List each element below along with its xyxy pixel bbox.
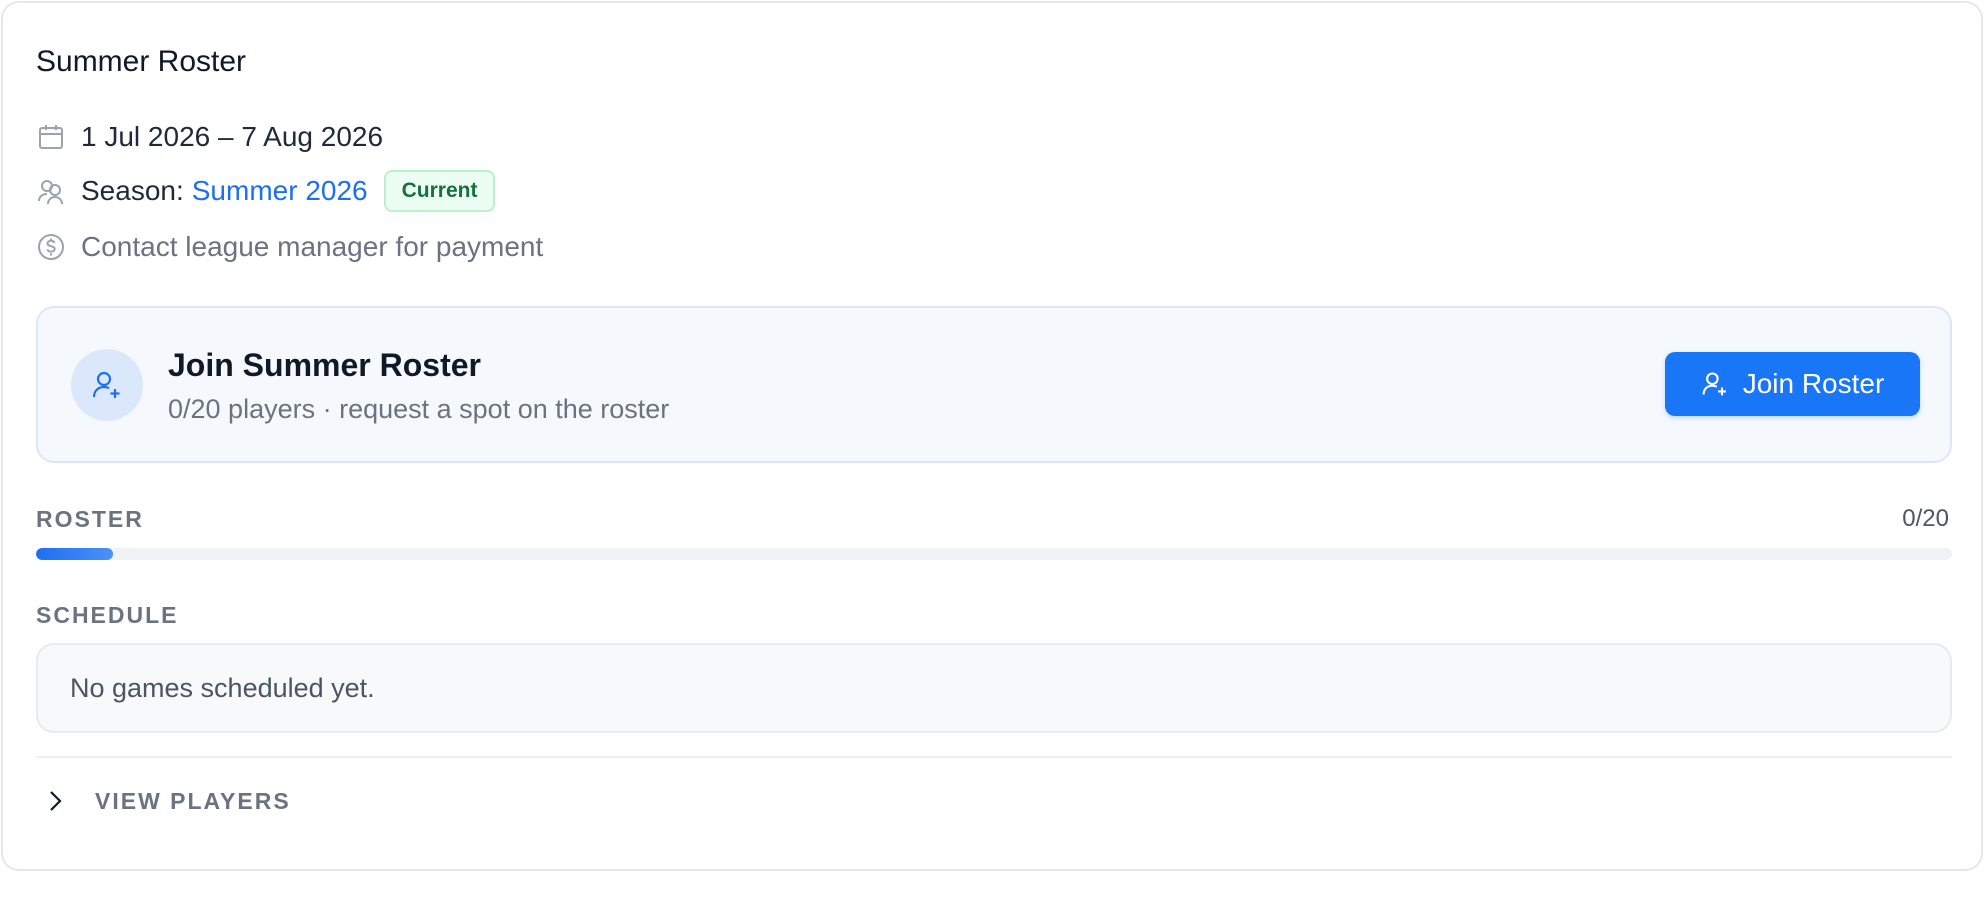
- schedule-empty-state: No games scheduled yet.: [36, 643, 1952, 733]
- join-roster-button-label: Join Roster: [1742, 368, 1885, 399]
- user-plus-icon: [71, 349, 143, 421]
- users-icon: [36, 176, 66, 206]
- season-label: Season:: [81, 175, 184, 206]
- card-title: Summer Roster: [36, 45, 247, 78]
- calendar-icon: [36, 122, 66, 152]
- season-row: Season: Summer 2026 Current: [36, 170, 496, 212]
- status-badge: Current: [383, 170, 496, 212]
- roster-progress-bar: [36, 548, 1952, 560]
- date-range: 1 Jul 2026 – 7 Aug 2026: [81, 121, 384, 152]
- dollar-circle-icon: [36, 232, 66, 262]
- join-panel: Join Summer Roster 0/20 players · reques…: [36, 306, 1952, 463]
- divider: [36, 756, 1952, 758]
- roster-section-label: ROSTER: [36, 506, 144, 532]
- user-plus-icon: [1701, 370, 1729, 398]
- roster-count: 0/20: [1902, 505, 1949, 532]
- schedule-empty-text: No games scheduled yet.: [70, 672, 375, 703]
- join-roster-button[interactable]: Join Roster: [1665, 352, 1920, 416]
- date-row: 1 Jul 2026 – 7 Aug 2026: [36, 117, 383, 157]
- roster-progress-fill: [36, 548, 113, 560]
- join-title: Join Summer Roster: [168, 347, 481, 383]
- schedule-section-label: SCHEDULE: [36, 602, 179, 628]
- payment-row: Contact league manager for payment: [36, 227, 543, 267]
- view-players-toggle[interactable]: VIEW PLAYERS: [43, 783, 291, 819]
- roster-card: Summer Roster 1 Jul 2026 – 7 Aug 2026 Se…: [1, 1, 1983, 871]
- season-link[interactable]: Summer 2026: [192, 175, 368, 207]
- join-subtitle: 0/20 players · request a spot on the ros…: [168, 394, 670, 424]
- view-players-label: VIEW PLAYERS: [95, 787, 291, 814]
- chevron-right-icon: [43, 789, 67, 813]
- payment-note: Contact league manager for payment: [81, 231, 544, 262]
